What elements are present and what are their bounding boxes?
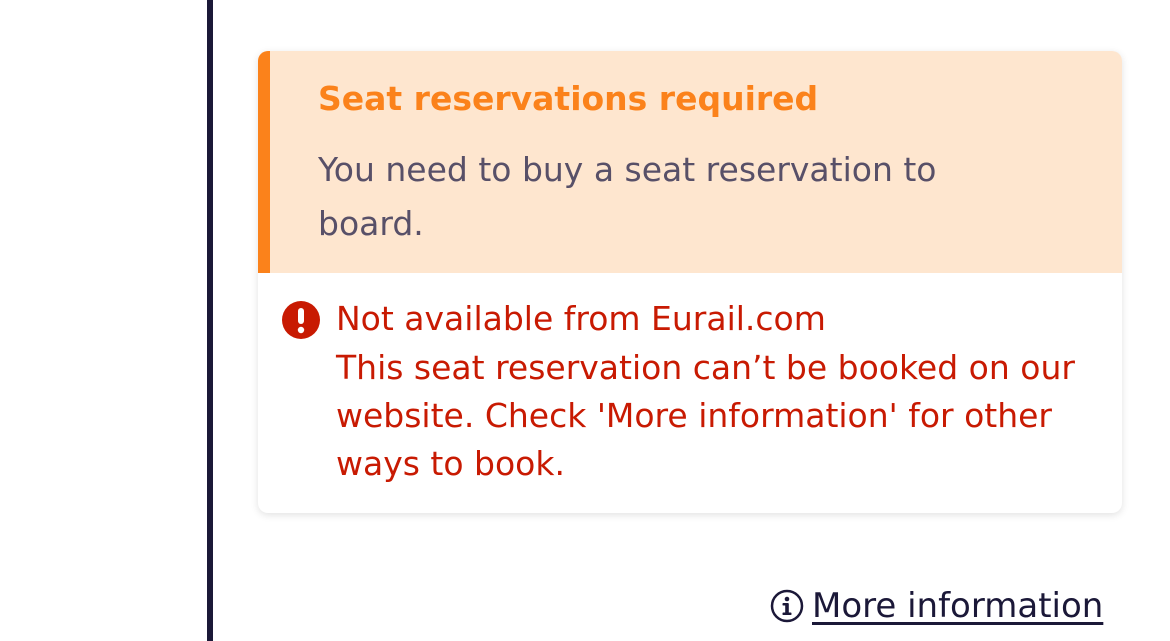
timeline-line bbox=[207, 0, 213, 641]
availability-error: Not available from Eurail.com This seat … bbox=[258, 273, 1122, 513]
seat-reservation-warning: Seat reservations required You need to b… bbox=[258, 51, 1122, 273]
more-information-label[interactable]: More information bbox=[812, 586, 1103, 626]
page: Seat reservations required You need to b… bbox=[0, 0, 1170, 641]
reservation-card: Seat reservations required You need to b… bbox=[258, 51, 1122, 513]
error-text: This seat reservation can’t be booked on… bbox=[336, 348, 1075, 483]
warning-title: Seat reservations required bbox=[318, 79, 819, 118]
more-information-link[interactable]: More information bbox=[770, 584, 1103, 628]
info-circle-icon bbox=[770, 589, 804, 623]
warning-text: You need to buy a seat reservation to bo… bbox=[318, 150, 937, 243]
error-title: Not available from Eurail.com bbox=[336, 299, 826, 338]
exclamation-circle-icon bbox=[282, 301, 320, 339]
